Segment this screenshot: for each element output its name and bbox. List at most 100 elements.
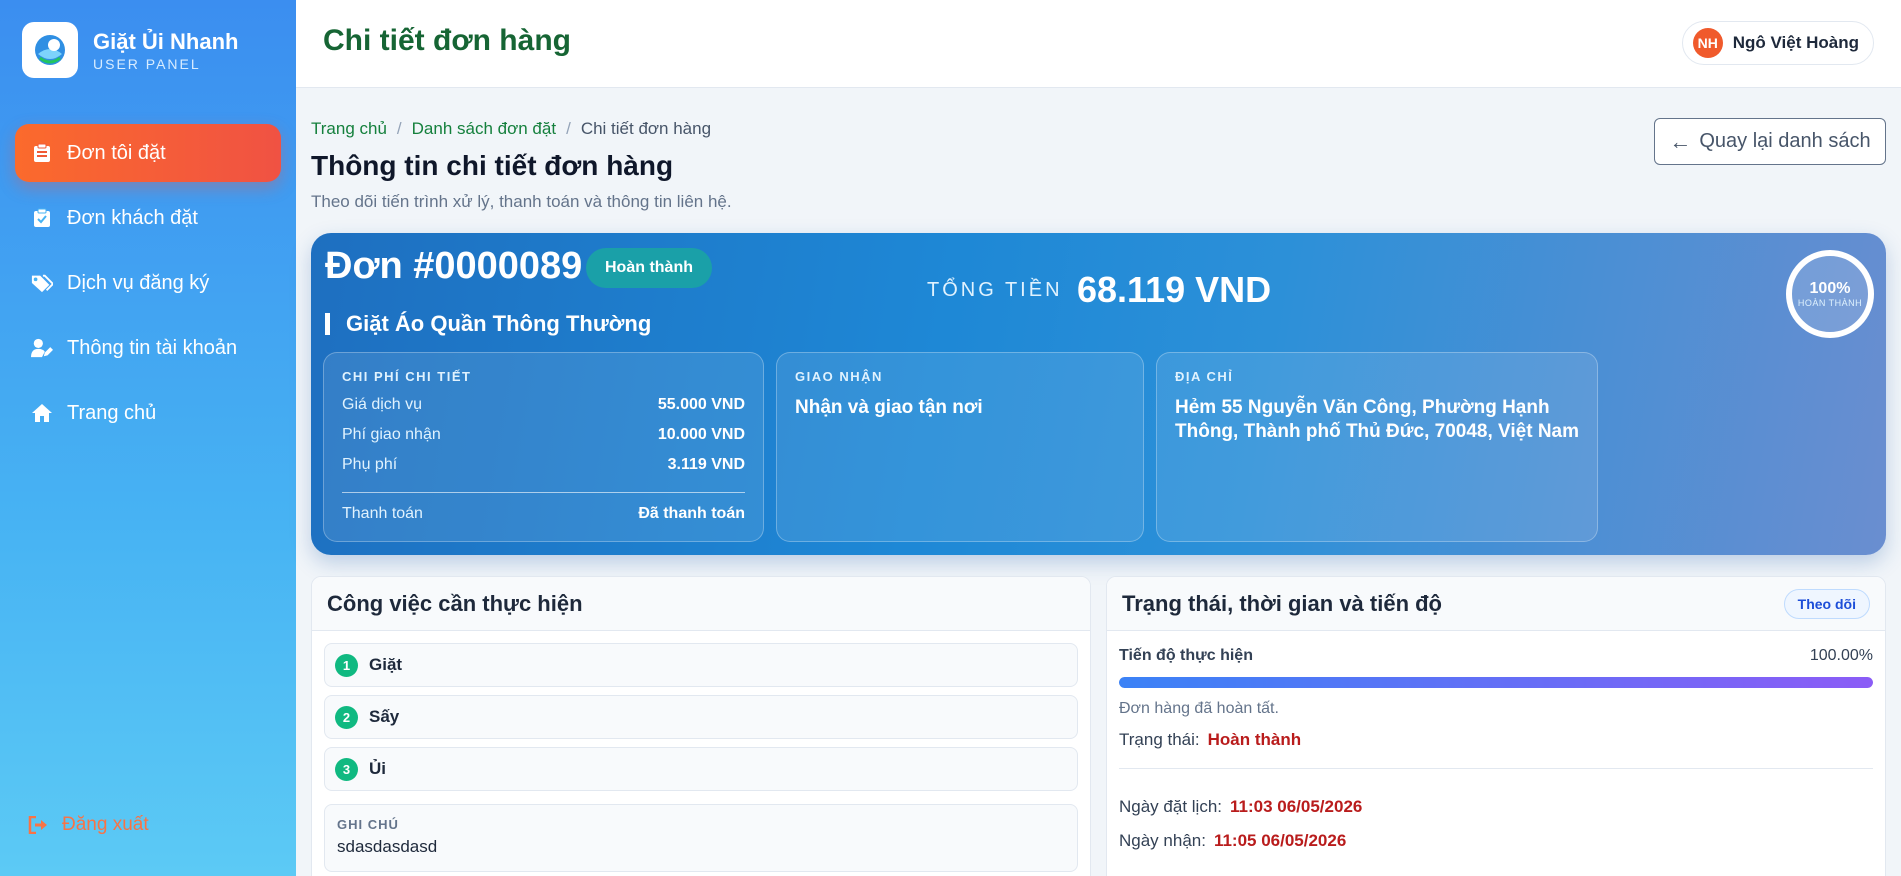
cost-row: Giá dịch vụ 55.000 VND [342,396,745,414]
note-text: sdasdasdasd [337,837,438,856]
received-date-value: 11:05 06/05/2026 [1213,831,1347,850]
sidebar-item-label: Đơn tôi đặt [67,141,166,164]
status-label: Trạng thái: [1119,730,1200,749]
list-item: 1 Giặt [324,643,1078,687]
status-card: Trạng thái, thời gian và tiến độ Theo dõ… [1106,576,1886,876]
sidebar-item-services[interactable]: Dịch vụ đăng ký [15,254,281,312]
breadcrumb-separator: / [566,119,571,138]
progress-ring-label: HOÀN THÀNH [1797,298,1863,308]
user-edit-icon [31,337,53,359]
topbar: Chi tiết đơn hàng NH Ngô Việt Hoàng [296,0,1901,88]
sidebar-nav: Đơn tôi đặt Đơn khách đặt Dịch vụ đăng k… [0,124,296,442]
list-item: 3 Ủi [324,747,1078,791]
topbar-title: Chi tiết đơn hàng [323,24,571,57]
booked-date-label: Ngày đặt lịch: [1119,797,1222,816]
cost-row-value: 3.119 VND [667,456,745,473]
task-label: Ủi [369,759,386,778]
status-row: Trạng thái: Hoàn thành [1107,730,1885,750]
logout-label: Đăng xuất [62,814,149,835]
status-badge: Hoàn thành [586,248,712,288]
progress-note: Đơn hàng đã hoàn tất. [1119,700,1279,717]
sidebar-item-label: Dịch vụ đăng ký [67,271,210,294]
total-value: 68.119 VND [1077,269,1272,310]
user-name: Ngô Việt Hoàng [1732,33,1859,52]
sidebar-item-my-orders[interactable]: Đơn tôi đặt [15,124,281,182]
brand-subtitle: USER PANEL [93,55,201,72]
task-number: 3 [335,757,358,781]
back-to-list-button[interactable]: ← Quay lại danh sách [1654,118,1886,165]
sidebar-item-home[interactable]: Trang chủ [15,384,281,442]
arrow-left-icon: ← [1669,128,1692,154]
cost-row-label: Giá dịch vụ [342,396,423,413]
sidebar-item-label: Thông tin tài khoản [67,336,238,359]
breadcrumb-current: Chi tiết đơn hàng [580,119,712,138]
progress-ring: 100% HOÀN THÀNH [1786,250,1874,338]
brand-logo-icon [22,22,78,78]
progress-label: Tiến độ thực hiện [1119,647,1253,664]
address-value: Hẻm 55 Nguyễn Văn Công, Phường Hạnh Thôn… [1175,397,1580,442]
task-number: 2 [335,705,358,729]
main-content: Trang chủ / Danh sách đơn đặt / Chi tiết… [296,88,1901,876]
page-subtitle: Theo dõi tiến trình xử lý, thanh toán và… [311,192,732,211]
sidebar-item-customer-orders[interactable]: Đơn khách đặt [15,189,281,247]
brand-title: Giặt Ủi Nhanh [93,28,239,54]
page-title: Thông tin chi tiết đơn hàng [311,150,674,181]
breadcrumb: Trang chủ / Danh sách đơn đặt / Chi tiết… [311,119,711,139]
progress-ring-value: 100% [1809,280,1851,297]
cost-row: Phụ phí 3.119 VND [342,456,745,474]
cost-row: Phí giao nhận 10.000 VND [342,426,745,444]
clipboard-check-icon [31,207,53,229]
tasks-card: Công việc cần thực hiện 1 Giặt 2 Sấy 3 Ủ… [311,576,1091,876]
booked-date-row: Ngày đặt lịch: 11:03 06/05/2026 [1107,797,1885,817]
breadcrumb-separator: / [396,119,402,138]
list-item: 2 Sấy [324,695,1078,739]
note-box: GHI CHÚ sdasdasdasd [324,804,1078,872]
task-label: Sấy [369,707,400,726]
tasks-card-title: Công việc cần thực hiện [327,590,583,616]
sidebar-item-label: Trang chủ [67,401,157,424]
status-card-header: Trạng thái, thời gian và tiến độ Theo dõ… [1107,577,1885,631]
home-icon [31,402,53,424]
received-date-label: Ngày nhận: [1119,831,1206,850]
status-value: Hoàn thành [1207,730,1302,749]
progress-header: Tiến độ thực hiện 100.00% [1107,631,1885,665]
delivery-panel: GIAO NHẬN Nhận và giao tận nơi [776,352,1144,542]
status-card-title: Trạng thái, thời gian và tiến độ [1122,590,1442,616]
received-date-row: Ngày nhận: 11:05 06/05/2026 [1107,831,1885,851]
order-summary-card: Đơn #0000089 Hoàn thành TỔNG TIỀN 68.119… [311,233,1886,555]
cost-panel: CHI PHÍ CHI TIẾT Giá dịch vụ 55.000 VND … [323,352,764,542]
address-panel: ĐỊA CHỈ Hẻm 55 Nguyễn Văn Công, Phường H… [1156,352,1598,542]
logout-link[interactable]: Đăng xuất [28,814,149,836]
cost-row-value: 55.000 VND [657,396,745,413]
breadcrumb-list-link[interactable]: Danh sách đơn đặt [412,119,556,139]
booked-date-value: 11:03 06/05/2026 [1230,797,1363,816]
order-number: Đơn #0000089 [325,245,583,287]
cost-row-label: Phí giao nhận [342,426,441,443]
sidebar-item-account[interactable]: Thông tin tài khoản [15,319,281,377]
clipboard-list-icon [31,142,53,164]
tasks-card-header: Công việc cần thực hiện [312,577,1090,631]
sidebar: Giặt Ủi Nhanh USER PANEL Đơn tôi đặt Đơn… [0,0,296,876]
avatar: NH [1692,28,1723,58]
cost-row-value: 10.000 VND [657,426,745,443]
user-menu[interactable]: NH Ngô Việt Hoàng [1681,21,1874,65]
sign-out-icon [28,814,50,836]
brand[interactable]: Giặt Ủi Nhanh USER PANEL [0,0,296,100]
progress-percent: 100.00% [1809,647,1873,664]
payment-label: Thanh toán [342,505,423,522]
note-label: GHI CHÚ [337,817,399,832]
payment-value: Đã thanh toán [638,505,745,522]
follow-badge[interactable]: Theo dõi [1783,588,1870,619]
progress-bar [1119,677,1873,688]
cost-panel-heading: CHI PHÍ CHI TIẾT [342,369,472,384]
task-number: 1 [335,653,358,677]
delivery-value: Nhận và giao tận nơi [795,397,983,418]
address-panel-heading: ĐỊA CHỈ [1175,369,1234,384]
total-label: TỔNG TIỀN [927,279,1063,301]
cost-divider [342,492,745,493]
divider [1119,768,1873,769]
sidebar-item-label: Đơn khách đặt [67,206,198,229]
breadcrumb-home-link[interactable]: Trang chủ [311,119,387,139]
back-button-label: Quay lại danh sách [1699,130,1871,152]
progress-bar-fill [1119,677,1873,688]
